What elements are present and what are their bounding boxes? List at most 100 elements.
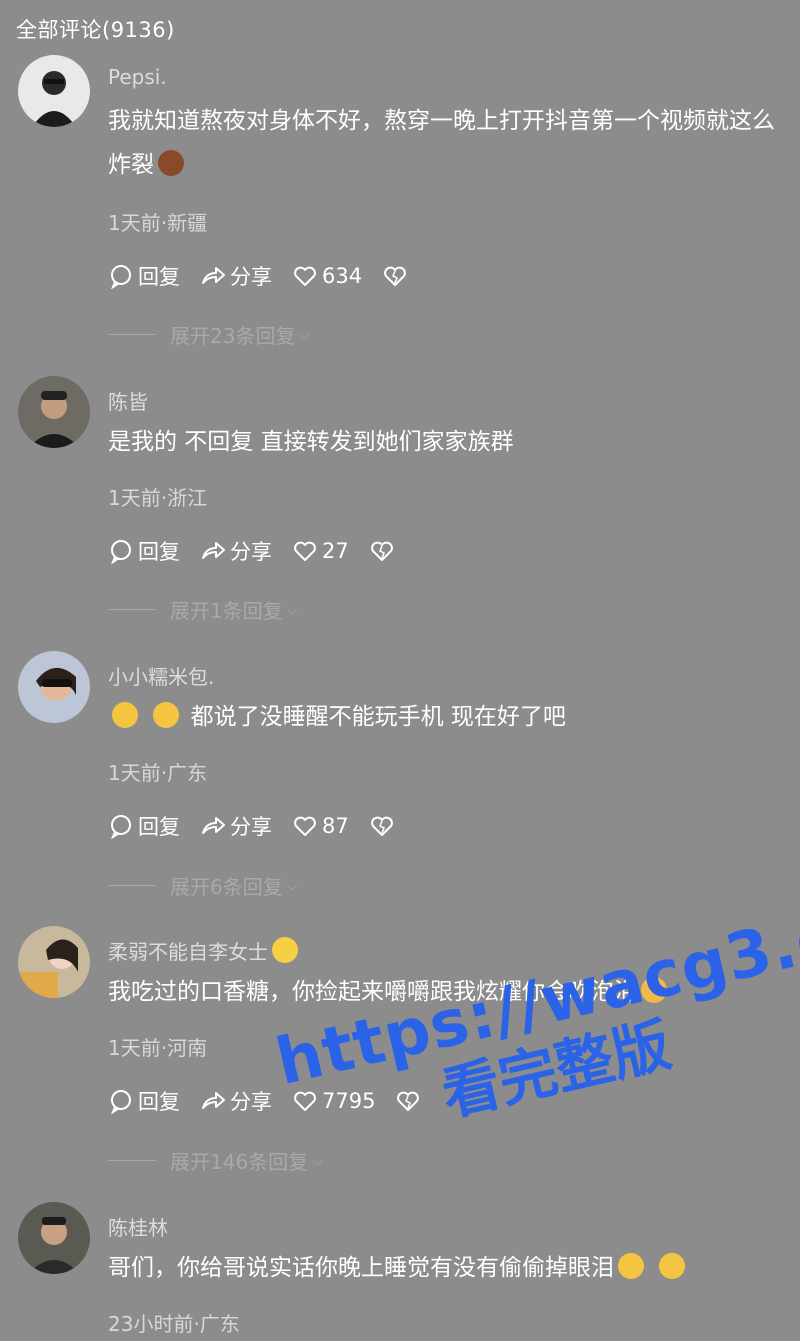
dislike-button[interactable]: [369, 538, 399, 564]
broken-heart-icon: [370, 541, 393, 561]
comment-text: 哥们，你给哥说实话你晚上睡觉有没有偷偷掉眼泪: [108, 1246, 788, 1290]
comment-text: 是我的 不回复 直接转发到她们家家族群: [108, 429, 514, 455]
comment-username[interactable]: 柔弱不能自李女士: [108, 936, 302, 965]
divider-line: [108, 609, 156, 610]
chevron-down-icon: ⌵: [312, 1152, 323, 1169]
reply-button[interactable]: 回复: [108, 1086, 180, 1116]
avatar[interactable]: [18, 651, 90, 723]
expand-replies[interactable]: 展开1条回复 ⌵: [108, 595, 297, 624]
expand-replies[interactable]: 展开6条回复 ⌵: [108, 871, 297, 900]
comment-text-body: 都说了没睡醒不能玩手机 现在好了吧: [190, 704, 566, 730]
broken-heart-icon: [397, 1091, 420, 1111]
share-label: 分享: [230, 815, 272, 839]
share-label: 分享: [230, 540, 272, 564]
share-arrow-icon: [202, 267, 225, 284]
like-button[interactable]: 634: [292, 263, 362, 289]
comment-bubble-icon: [111, 1090, 131, 1114]
like-count: 634: [322, 264, 363, 288]
expand-replies-label: 展开146条回复: [170, 1150, 309, 1174]
share-arrow-icon: [202, 542, 225, 559]
comment-meta: 1天前·河南: [108, 1036, 208, 1060]
reply-label: 回复: [138, 540, 180, 564]
chevron-down-icon: ⌵: [286, 601, 298, 618]
comment-username-text: 柔弱不能自李女士: [108, 940, 268, 964]
avatar[interactable]: [18, 1202, 90, 1274]
share-label: 分享: [230, 1090, 272, 1114]
reply-label: 回复: [138, 1090, 180, 1114]
chevron-down-icon: ⌵: [299, 326, 311, 343]
like-count: 27: [322, 539, 349, 563]
comment-item: 陈皆 是我的 不回复 直接转发到她们家家族群 1天前·浙江 回复 分享 27 展…: [0, 376, 800, 652]
comment-item: 陈桂林 哥们，你给哥说实话你晚上睡觉有没有偷偷掉眼泪 23小时前·广东: [0, 1202, 800, 1341]
comment-actions: 回复 分享 27: [108, 536, 419, 566]
comment-item: Pepsi. 我就知道熬夜对身体不好，熬穿一晚上打开抖音第一个视频就这么炸裂 1…: [0, 55, 800, 348]
avatar[interactable]: [18, 55, 90, 127]
heart-icon: [294, 1091, 316, 1111]
comment-text: 都说了没睡醒不能玩手机 现在好了吧: [108, 695, 788, 739]
share-button[interactable]: 分享: [200, 261, 272, 291]
like-button[interactable]: 87: [292, 813, 349, 839]
comment-bubble-icon: [111, 815, 131, 839]
expand-replies[interactable]: 展开146条回复 ⌵: [108, 1146, 323, 1175]
comment-text-body: 哥们，你给哥说实话你晚上睡觉有没有偷偷掉眼泪: [108, 1255, 614, 1281]
comment-text: 我就知道熬夜对身体不好，熬穿一晚上打开抖音第一个视频就这么炸裂: [108, 99, 788, 187]
comment-actions: 回复 分享 634: [108, 261, 432, 291]
share-arrow-icon: [202, 817, 225, 834]
divider-line: [108, 334, 156, 335]
like-count: 7795: [322, 1089, 376, 1113]
comment-username[interactable]: 陈桂林: [108, 1212, 168, 1241]
comment-username[interactable]: 陈皆: [108, 386, 148, 415]
poop-emoji-icon: [158, 150, 184, 176]
heart-icon: [294, 541, 316, 561]
share-button[interactable]: 分享: [200, 1086, 272, 1116]
avatar[interactable]: [18, 376, 90, 448]
divider-line: [108, 885, 156, 886]
crying-emoji-icon: [153, 702, 180, 728]
broken-heart-icon: [370, 816, 393, 836]
comment-text-body: 我吃过的口香糖，你捡起来嚼嚼跟我炫耀你会吹泡泡: [108, 979, 637, 1005]
reply-button[interactable]: 回复: [108, 261, 180, 291]
avatar[interactable]: [18, 926, 90, 998]
like-count: 87: [322, 814, 349, 838]
heart-icon: [294, 266, 316, 286]
comment-meta: 1天前·新疆: [108, 211, 208, 235]
expand-replies[interactable]: 展开23条回复 ⌵: [108, 320, 310, 349]
comment-item: 小小糯米包. 都说了没睡醒不能玩手机 现在好了吧 1天前·广东 回复 分享 87…: [0, 651, 800, 927]
comment-username[interactable]: Pepsi.: [108, 65, 167, 89]
crying-emoji-icon: [112, 702, 138, 728]
reply-label: 回复: [138, 265, 180, 289]
like-button[interactable]: 27: [292, 538, 349, 564]
reply-label: 回复: [138, 815, 180, 839]
dizzy-face-emoji-icon: [641, 977, 667, 1003]
expand-replies-label: 展开1条回复: [170, 599, 283, 623]
comment-username[interactable]: 小小糯米包.: [108, 661, 214, 690]
chevron-down-icon: ⌵: [286, 877, 298, 894]
dislike-button[interactable]: [395, 1088, 425, 1114]
comment-meta: 23小时前·广东: [108, 1312, 240, 1336]
reply-button[interactable]: 回复: [108, 811, 180, 841]
comment-actions: 回复 分享 87: [108, 811, 419, 841]
heart-icon: [294, 816, 316, 836]
comment-text-body: 我就知道熬夜对身体不好，熬穿一晚上打开抖音第一个视频就这么炸裂: [108, 108, 775, 178]
comments-header: 全部评论(9136): [16, 18, 175, 42]
reply-button[interactable]: 回复: [108, 536, 180, 566]
share-button[interactable]: 分享: [200, 536, 272, 566]
share-label: 分享: [230, 265, 272, 289]
dislike-button[interactable]: [369, 813, 399, 839]
comment-bubble-icon: [111, 265, 131, 289]
comment-actions: 回复 分享 7795: [108, 1086, 445, 1116]
comment-meta: 1天前·广东: [108, 761, 208, 785]
crying-emoji-icon: [618, 1253, 644, 1279]
comment-bubble-icon: [111, 540, 131, 564]
comment-meta: 1天前·浙江: [108, 486, 208, 510]
dislike-button[interactable]: [382, 263, 412, 289]
share-arrow-icon: [202, 1092, 225, 1109]
crying-emoji-icon: [659, 1253, 686, 1279]
broken-heart-icon: [384, 266, 406, 286]
like-button[interactable]: 7795: [292, 1088, 375, 1114]
sunglasses-emoji-icon: [272, 937, 298, 963]
share-button[interactable]: 分享: [200, 811, 272, 841]
expand-replies-label: 展开23条回复: [170, 324, 296, 348]
divider-line: [108, 1160, 156, 1161]
expand-replies-label: 展开6条回复: [170, 875, 283, 899]
